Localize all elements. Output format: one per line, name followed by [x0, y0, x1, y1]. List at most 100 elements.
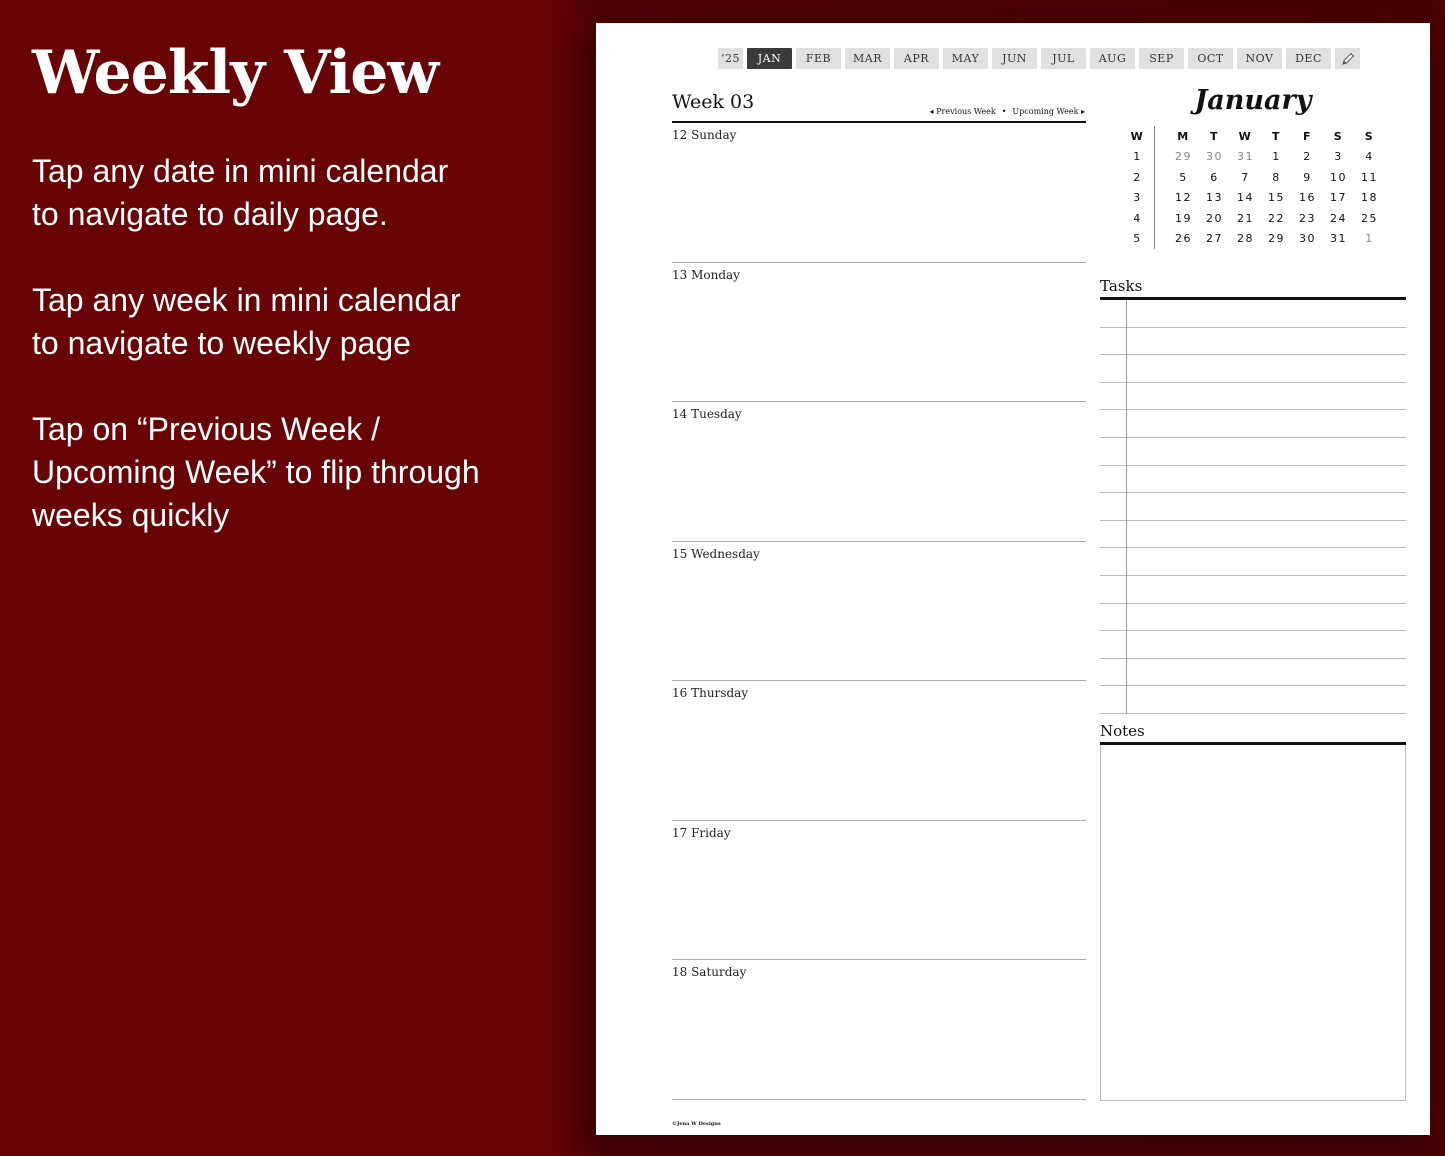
- task-row[interactable]: [1100, 631, 1406, 659]
- day-label[interactable]: 13 Monday: [672, 268, 740, 282]
- calendar-date[interactable]: 29: [1168, 150, 1199, 163]
- notes-area[interactable]: [1100, 745, 1406, 1101]
- calendar-date[interactable]: 30: [1292, 232, 1323, 245]
- calendar-date[interactable]: 19: [1168, 212, 1199, 225]
- calendar-date[interactable]: 26: [1168, 232, 1199, 245]
- tab-apr[interactable]: APR: [894, 48, 939, 69]
- calendar-date[interactable]: 13: [1199, 191, 1230, 204]
- tab-jul[interactable]: JUL: [1041, 48, 1086, 69]
- tab-jan[interactable]: JAN: [747, 48, 792, 69]
- calendar-date[interactable]: 20: [1199, 212, 1230, 225]
- calendar-date[interactable]: 16: [1292, 191, 1323, 204]
- day-label[interactable]: 15 Wednesday: [672, 547, 760, 561]
- day-section[interactable]: 15 Wednesday: [672, 542, 1086, 681]
- calendar-date[interactable]: 21: [1230, 212, 1261, 225]
- task-row[interactable]: [1100, 686, 1406, 714]
- task-row[interactable]: [1100, 410, 1406, 438]
- task-row[interactable]: [1100, 300, 1406, 328]
- calendar-date[interactable]: 22: [1261, 212, 1292, 225]
- calendar-date[interactable]: 14: [1230, 191, 1261, 204]
- task-row[interactable]: [1100, 327, 1406, 356]
- weekday-header: W: [1238, 129, 1253, 143]
- calendar-date[interactable]: 27: [1199, 232, 1230, 245]
- tab-dec[interactable]: DEC: [1286, 48, 1331, 69]
- calendar-divider: [1154, 167, 1155, 188]
- calendar-date[interactable]: 24: [1323, 212, 1354, 225]
- week-number-link[interactable]: 1: [1124, 150, 1151, 163]
- tab-aug[interactable]: AUG: [1090, 48, 1135, 69]
- calendar-divider: [1154, 126, 1155, 147]
- task-row[interactable]: [1100, 575, 1406, 604]
- day-section[interactable]: 12 Sunday: [672, 123, 1086, 263]
- tab-mar[interactable]: MAR: [845, 48, 890, 69]
- weekday-header: S: [1364, 129, 1375, 143]
- task-row[interactable]: [1100, 465, 1406, 494]
- calendar-date[interactable]: 4: [1354, 150, 1385, 163]
- day-label[interactable]: 12 Sunday: [672, 128, 736, 142]
- week-nav: ◂ Previous Week • Upcoming Week ▸: [930, 107, 1085, 116]
- week-number-link[interactable]: 2: [1124, 171, 1151, 184]
- calendar-date[interactable]: 15: [1261, 191, 1292, 204]
- calendar-date[interactable]: 23: [1292, 212, 1323, 225]
- calendar-date[interactable]: 9: [1292, 171, 1323, 184]
- tab-feb[interactable]: FEB: [796, 48, 841, 69]
- day-label[interactable]: 14 Tuesday: [672, 407, 742, 421]
- week-column-header: W: [1130, 129, 1145, 143]
- calendar-date[interactable]: 30: [1199, 150, 1230, 163]
- week-number-link[interactable]: 3: [1124, 191, 1151, 204]
- week-number-link[interactable]: 4: [1124, 212, 1151, 225]
- weekday-header: T: [1271, 129, 1281, 143]
- upcoming-week-link[interactable]: Upcoming Week ▸: [1012, 107, 1085, 116]
- tab-may[interactable]: MAY: [943, 48, 988, 69]
- promo-panel: Weekly View Tap any date in mini calenda…: [32, 38, 572, 580]
- day-section[interactable]: 13 Monday: [672, 263, 1086, 402]
- edit-button[interactable]: [1335, 48, 1360, 69]
- calendar-date[interactable]: 29: [1261, 232, 1292, 245]
- calendar-date[interactable]: 18: [1354, 191, 1385, 204]
- task-row[interactable]: [1100, 382, 1406, 411]
- calendar-date[interactable]: 31: [1323, 232, 1354, 245]
- tab-sep[interactable]: SEP: [1139, 48, 1184, 69]
- nav-separator: •: [1001, 107, 1007, 116]
- task-row[interactable]: [1100, 493, 1406, 521]
- week-number-link[interactable]: 5: [1124, 232, 1151, 245]
- day-section[interactable]: 17 Friday: [672, 821, 1086, 960]
- tab-year[interactable]: ‘25: [718, 48, 743, 69]
- task-row[interactable]: [1100, 603, 1406, 632]
- calendar-date[interactable]: 7: [1230, 171, 1261, 184]
- calendar-date[interactable]: 28: [1230, 232, 1261, 245]
- day-section[interactable]: 18 Saturday: [672, 960, 1086, 1100]
- task-row[interactable]: [1100, 520, 1406, 549]
- calendar-date[interactable]: 2: [1292, 150, 1323, 163]
- calendar-date[interactable]: 6: [1199, 171, 1230, 184]
- calendar-date[interactable]: 5: [1168, 171, 1199, 184]
- task-row[interactable]: [1100, 355, 1406, 383]
- calendar-month-title[interactable]: January: [1100, 85, 1406, 116]
- day-section[interactable]: 14 Tuesday: [672, 402, 1086, 542]
- calendar-date[interactable]: 17: [1323, 191, 1354, 204]
- calendar-date[interactable]: 10: [1323, 171, 1354, 184]
- tab-nov[interactable]: NOV: [1237, 48, 1282, 69]
- calendar-date[interactable]: 31: [1230, 150, 1261, 163]
- calendar-date[interactable]: 25: [1354, 212, 1385, 225]
- day-label[interactable]: 18 Saturday: [672, 965, 746, 979]
- notes-title: Notes: [1100, 722, 1145, 740]
- pencil-icon: [1341, 52, 1354, 65]
- task-row[interactable]: [1100, 548, 1406, 576]
- task-row[interactable]: [1100, 658, 1406, 687]
- calendar-date[interactable]: 3: [1323, 150, 1354, 163]
- day-label[interactable]: 17 Friday: [672, 826, 731, 840]
- tab-oct[interactable]: OCT: [1188, 48, 1233, 69]
- task-row[interactable]: [1100, 437, 1406, 466]
- day-label[interactable]: 16 Thursday: [672, 686, 748, 700]
- tab-jun[interactable]: JUN: [992, 48, 1037, 69]
- calendar-week-row: 1 29 30 31 1 2 3 4: [1124, 146, 1385, 167]
- calendar-date[interactable]: 11: [1354, 171, 1385, 184]
- previous-week-link[interactable]: ◂ Previous Week: [930, 107, 996, 116]
- calendar-date[interactable]: 1: [1354, 232, 1385, 245]
- planner-page: ‘25 JAN FEB MAR APR MAY JUN JUL AUG SEP OCT NOV DEC…: [596, 23, 1430, 1135]
- day-section[interactable]: 16 Thursday: [672, 681, 1086, 821]
- calendar-date[interactable]: 1: [1261, 150, 1292, 163]
- calendar-date[interactable]: 12: [1168, 191, 1199, 204]
- calendar-date[interactable]: 8: [1261, 171, 1292, 184]
